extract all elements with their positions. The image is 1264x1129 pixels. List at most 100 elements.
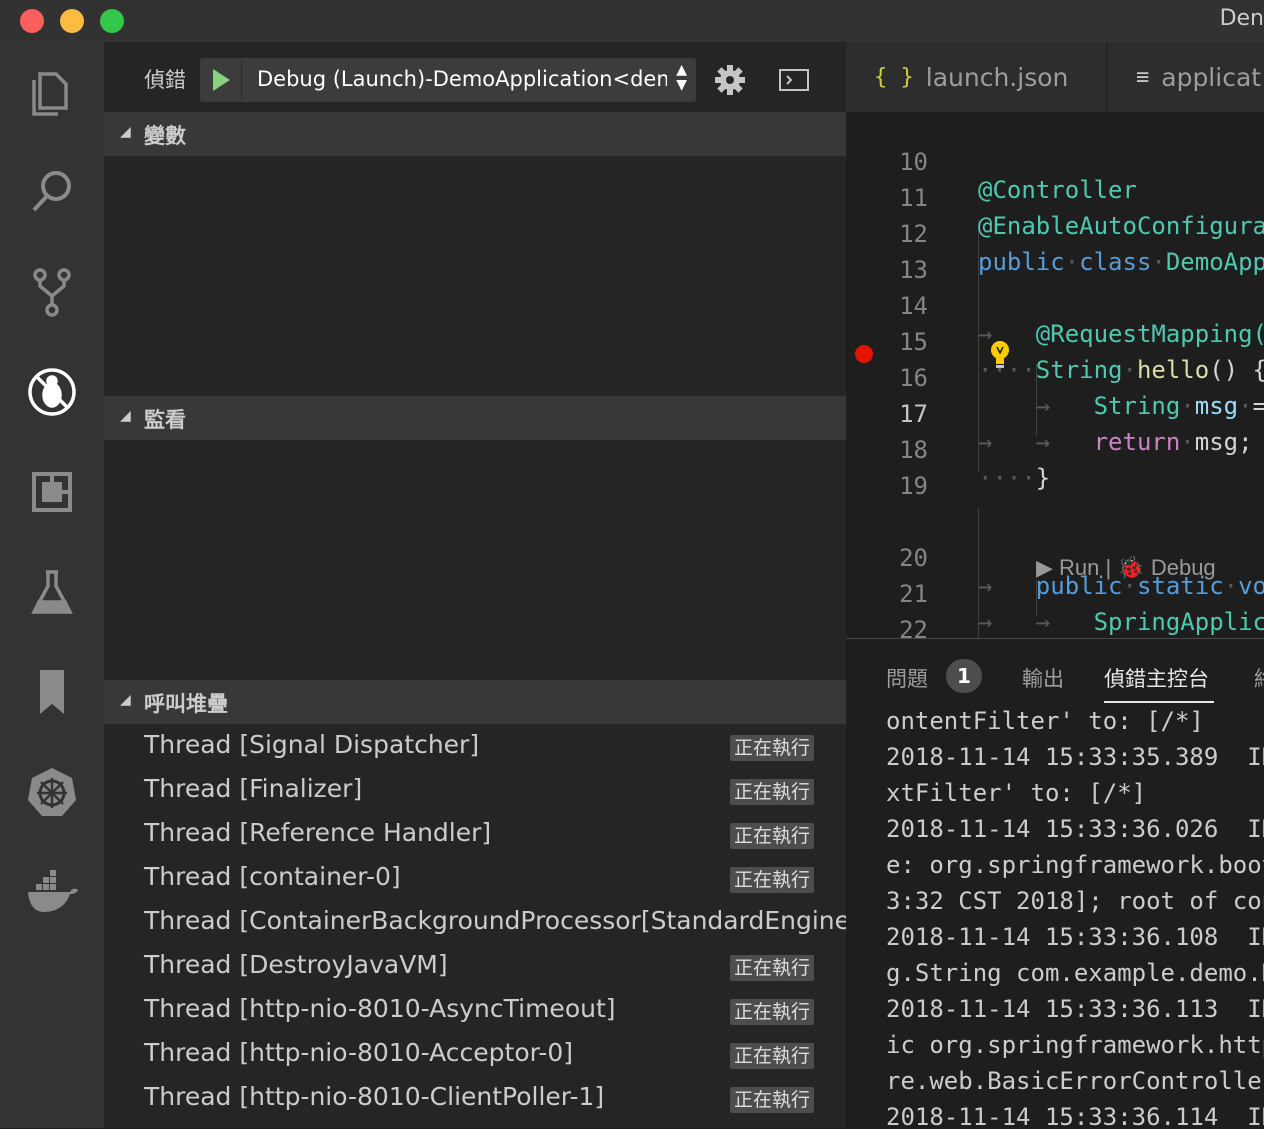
thread-name: Thread [container-0]: [144, 862, 401, 891]
tab-debug-console[interactable]: 偵錯主控台: [1104, 663, 1209, 693]
code-line: 21 → → SpringApplic: [899, 580, 1264, 636]
tab-application[interactable]: ≡ applicat: [1108, 42, 1264, 112]
thread-row[interactable]: Thread [Reference Handler] 正在執行: [104, 812, 846, 856]
thread-name: Thread [Finalizer]: [144, 774, 363, 803]
thread-name: Thread [DestroyJavaVM]: [144, 950, 448, 979]
callstack-section-header[interactable]: ◢ 呼叫堆疊: [104, 680, 846, 724]
bookmark-icon[interactable]: [20, 660, 84, 724]
code-editor: { } launch.json ≡ applicat 10 @Controlle…: [846, 42, 1264, 638]
debug-icon[interactable]: [20, 360, 84, 424]
extensions-icon[interactable]: [20, 460, 84, 524]
tab-problems[interactable]: 問題: [886, 663, 928, 693]
text-file-icon: ≡: [1136, 64, 1150, 90]
console-line: xtFilter' to: [/*]: [886, 779, 1147, 807]
minimize-window-button[interactable]: [60, 9, 84, 33]
start-debugging-button[interactable]: [201, 59, 242, 101]
activity-bar: [0, 42, 104, 1128]
code-line: 14 → @RequestMapping(: [899, 292, 1264, 348]
thread-row[interactable]: Thread [ContainerBackgroundProcessor[Sta…: [104, 900, 850, 944]
maximize-window-button[interactable]: [100, 9, 124, 33]
thread-name: Thread [http-nio-8010-Acceptor-0]: [144, 1038, 573, 1067]
code-line: 19: [899, 472, 928, 500]
code-line: 13: [899, 256, 928, 284]
thread-name: Thread [Signal Dispatcher]: [144, 730, 480, 759]
console-line: 2018-11-14 15:33:36.108 IN: [886, 923, 1264, 951]
thread-status-badge: 正在執行: [730, 779, 815, 805]
console-line: 2018-11-14 15:33:36.113 IN: [886, 995, 1264, 1023]
test-flask-icon[interactable]: [20, 560, 84, 624]
code-line: 20 → public·static·vo: [899, 544, 1264, 600]
title-bar: Den: [0, 0, 1264, 42]
close-window-button[interactable]: [20, 9, 44, 33]
bottom-panel: 問題 1 輸出 偵錯主控台 終 ontentFilter' to: [/*] 2…: [846, 638, 1264, 1129]
code-line: 11 @EnableAutoConfigura: [899, 184, 1264, 240]
launch-config-dropdown[interactable]: Debug (Launch)-DemoApplication<dem ▲ ▼: [200, 58, 696, 102]
code-area[interactable]: 10 @Controller 11 @EnableAutoConfigura 1…: [846, 112, 1264, 638]
thread-status-badge: 正在執行: [730, 823, 815, 849]
thread-name: Thread [http-nio-8010-AsyncTimeout]: [144, 994, 616, 1023]
problems-count-badge: 1: [946, 659, 982, 693]
callstack-title: 呼叫堆疊: [144, 692, 228, 716]
explorer-icon[interactable]: [20, 60, 84, 124]
tab-terminal[interactable]: 終: [1254, 663, 1264, 693]
thread-name: Thread [Reference Handler]: [144, 818, 492, 847]
variables-title: 變數: [144, 124, 186, 148]
window-title: Den: [1219, 6, 1264, 31]
source-control-icon[interactable]: [20, 260, 84, 324]
console-line: e: org.springframework.boot: [886, 851, 1264, 879]
code-line: 22 → }: [899, 616, 928, 638]
watch-section-header[interactable]: ◢ 監看: [104, 396, 846, 440]
play-icon: [213, 69, 230, 91]
thread-name: Thread [http-nio-8010-ClientPoller-1]: [144, 1082, 605, 1111]
tab-output[interactable]: 輸出: [1022, 663, 1064, 693]
tab-launch-json[interactable]: { } launch.json: [846, 42, 1107, 112]
tab-label: launch.json: [925, 62, 1069, 92]
debug-sidebar: 偵錯 Debug (Launch)-DemoApplication<dem ▲ ▼: [104, 42, 850, 1128]
thread-row[interactable]: Thread [DestroyJavaVM] 正在執行: [104, 944, 846, 988]
thread-row[interactable]: Thread [http-nio-8010-Acceptor-0] 正在執行: [104, 1032, 846, 1076]
watch-title: 監看: [144, 408, 186, 432]
docker-icon[interactable]: [20, 860, 84, 924]
code-line: 15 ····String·hello() {: [899, 328, 1264, 384]
thread-name: Thread [ContainerBackgroundProcessor[Sta…: [144, 906, 851, 935]
debug-console-output[interactable]: ontentFilter' to: [/*] 2018-11-14 15:33:…: [886, 703, 1264, 1129]
collapse-triangle-icon: ◢: [120, 408, 131, 424]
code-line: 18 ····}: [899, 436, 1051, 492]
search-icon[interactable]: [20, 160, 84, 224]
console-line: ic org.springframework.http: [886, 1031, 1264, 1059]
thread-status-badge: 正在執行: [730, 999, 815, 1025]
thread-row[interactable]: Thread [container-0] 正在執行: [104, 856, 846, 900]
debug-toolbar: 偵錯 Debug (Launch)-DemoApplication<dem ▲ ▼: [104, 42, 846, 112]
thread-status-badge: 正在執行: [730, 1087, 815, 1113]
console-line: 2018-11-14 15:33:35.389 IN: [886, 743, 1264, 771]
json-file-icon: { }: [874, 64, 914, 90]
debug-title: 偵錯: [144, 68, 186, 92]
code-line: 10 @Controller: [899, 148, 1137, 204]
thread-status-badge: 正在執行: [730, 955, 815, 981]
kubernetes-icon[interactable]: [20, 760, 84, 824]
console-line: 2018-11-14 15:33:36.026 IN: [886, 815, 1264, 843]
thread-status-badge: 正在執行: [730, 867, 815, 893]
thread-row[interactable]: Thread [http-nio-8010-AsyncTimeout] 正在執行: [104, 988, 846, 1032]
launch-config-value[interactable]: Debug (Launch)-DemoApplication<dem: [257, 67, 667, 91]
console-line: ontentFilter' to: [/*]: [886, 707, 1204, 735]
code-line: 12 public·class·DemoApp: [899, 220, 1264, 276]
console-line: g.String com.example.demo.D: [886, 959, 1264, 987]
thread-row[interactable]: Thread [Signal Dispatcher] 正在執行: [104, 724, 846, 768]
thread-row[interactable]: Thread [Finalizer] 正在執行: [104, 768, 846, 812]
thread-status-badge: 正在執行: [730, 1043, 815, 1069]
variables-section-header[interactable]: ◢ 變數: [104, 112, 846, 156]
collapse-triangle-icon: ◢: [120, 692, 131, 708]
console-line: 3:32 CST 2018]; root of con: [886, 887, 1264, 915]
thread-row[interactable]: Thread [http-nio-8010-ClientPoller-1] 正在…: [104, 1076, 846, 1120]
tab-label: applicat: [1161, 62, 1262, 92]
callstack-list: Thread [Signal Dispatcher] 正在執行 Thread […: [104, 724, 850, 1120]
panel-tabs: 問題 1 輸出 偵錯主控台 終: [846, 639, 1264, 709]
code-line: 17 → → return·msg;: [899, 400, 1253, 456]
code-line: 16 → String·msg·=: [899, 364, 1264, 420]
open-console-icon[interactable]: [778, 67, 810, 93]
console-line: re.web.BasicErrorController: [886, 1067, 1264, 1095]
thread-status-badge: 正在執行: [730, 735, 815, 761]
select-arrows-icon: ▲ ▼: [676, 62, 687, 93]
gear-icon[interactable]: [714, 64, 746, 96]
